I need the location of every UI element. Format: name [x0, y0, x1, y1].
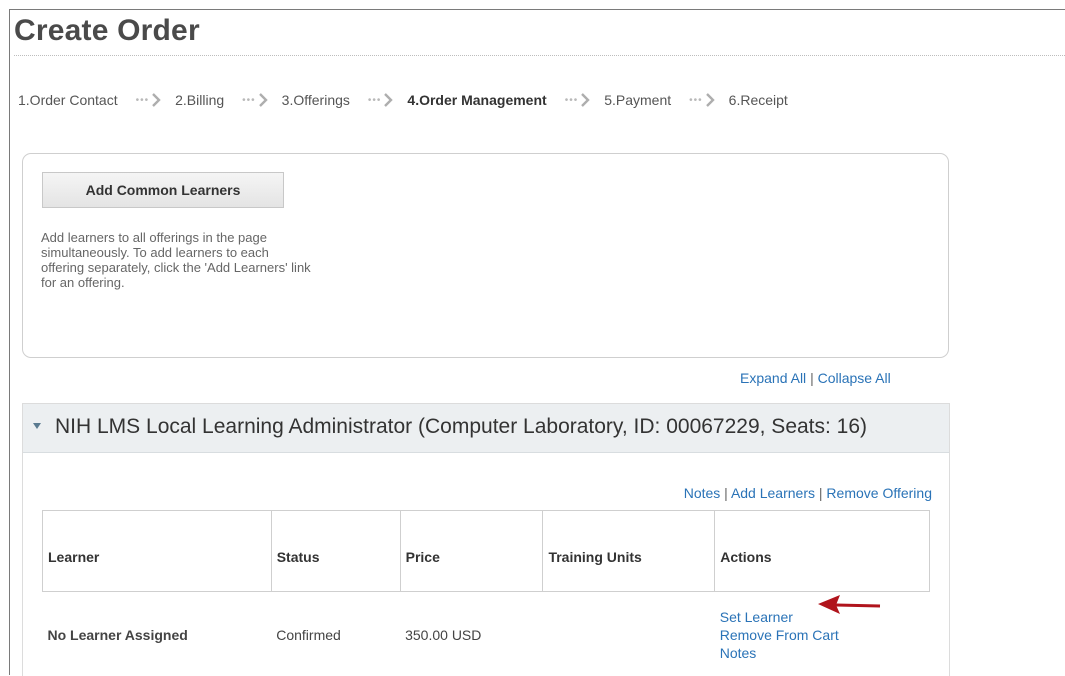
step-arrow-icon: •••	[565, 93, 591, 107]
step-arrow-icon: •••	[689, 93, 715, 107]
link-separator: |	[724, 485, 728, 501]
offering-notes-link[interactable]: Notes	[684, 485, 721, 501]
learners-table: Learner Status Price Training Units Acti…	[42, 510, 930, 670]
collapse-all-link[interactable]: Collapse All	[818, 370, 891, 386]
step-arrow-icon: •••	[242, 93, 268, 107]
offering-action-links: Notes | Add Learners | Remove Offering	[684, 485, 932, 501]
add-common-learners-button[interactable]: Add Common Learners	[42, 172, 284, 208]
step-order-management: 4.Order Management	[407, 92, 547, 108]
expand-collapse-links: Expand All | Collapse All	[740, 370, 891, 386]
table-header-row: Learner Status Price Training Units Acti…	[42, 510, 930, 592]
training-units-cell	[543, 592, 715, 671]
common-learners-panel: Add Common Learners Add learners to all …	[22, 153, 949, 358]
link-separator: |	[810, 370, 814, 386]
learner-cell: No Learner Assigned	[47, 627, 188, 643]
offering-title: NIH LMS Local Learning Administrator (Co…	[55, 415, 868, 438]
status-cell: Confirmed	[276, 627, 341, 643]
frame-left-border	[9, 9, 10, 675]
remove-from-cart-link[interactable]: Remove From Cart	[720, 626, 930, 644]
remove-offering-link[interactable]: Remove Offering	[826, 485, 932, 501]
page-title: Create Order	[14, 14, 200, 47]
step-arrow-icon: •••	[368, 93, 394, 107]
caret-down-icon[interactable]	[33, 423, 41, 429]
step-offerings[interactable]: 3.Offerings	[282, 92, 350, 108]
link-separator: |	[818, 485, 823, 501]
offering-header[interactable]: NIH LMS Local Learning Administrator (Co…	[23, 404, 949, 453]
step-billing[interactable]: 2.Billing	[175, 92, 224, 108]
step-receipt: 6.Receipt	[728, 92, 788, 108]
column-header-price: Price	[399, 510, 544, 592]
frame-top-border	[9, 9, 1065, 10]
order-steps: 1.Order Contact ••• 2.Billing ••• 3.Offe…	[18, 90, 788, 110]
column-header-training-units: Training Units	[542, 510, 716, 592]
step-arrow-icon: •••	[136, 93, 162, 107]
column-header-status: Status	[270, 510, 401, 592]
title-divider	[14, 55, 1065, 56]
red-arrow-icon	[818, 595, 881, 614]
step-order-contact[interactable]: 1.Order Contact	[18, 92, 118, 108]
price-cell: 350.00 USD	[405, 627, 482, 643]
expand-all-link[interactable]: Expand All	[740, 370, 806, 386]
column-header-actions: Actions	[714, 510, 930, 592]
row-notes-link[interactable]: Notes	[720, 644, 930, 662]
common-learners-help-text: Add learners to all offerings in the pag…	[41, 230, 311, 290]
table-row: No Learner Assigned Confirmed 350.00 USD…	[43, 592, 930, 671]
add-learners-link[interactable]: Add Learners	[731, 485, 815, 501]
column-header-learner: Learner	[42, 510, 272, 592]
step-payment: 5.Payment	[604, 92, 672, 108]
offering-panel: NIH LMS Local Learning Administrator (Co…	[22, 403, 950, 676]
